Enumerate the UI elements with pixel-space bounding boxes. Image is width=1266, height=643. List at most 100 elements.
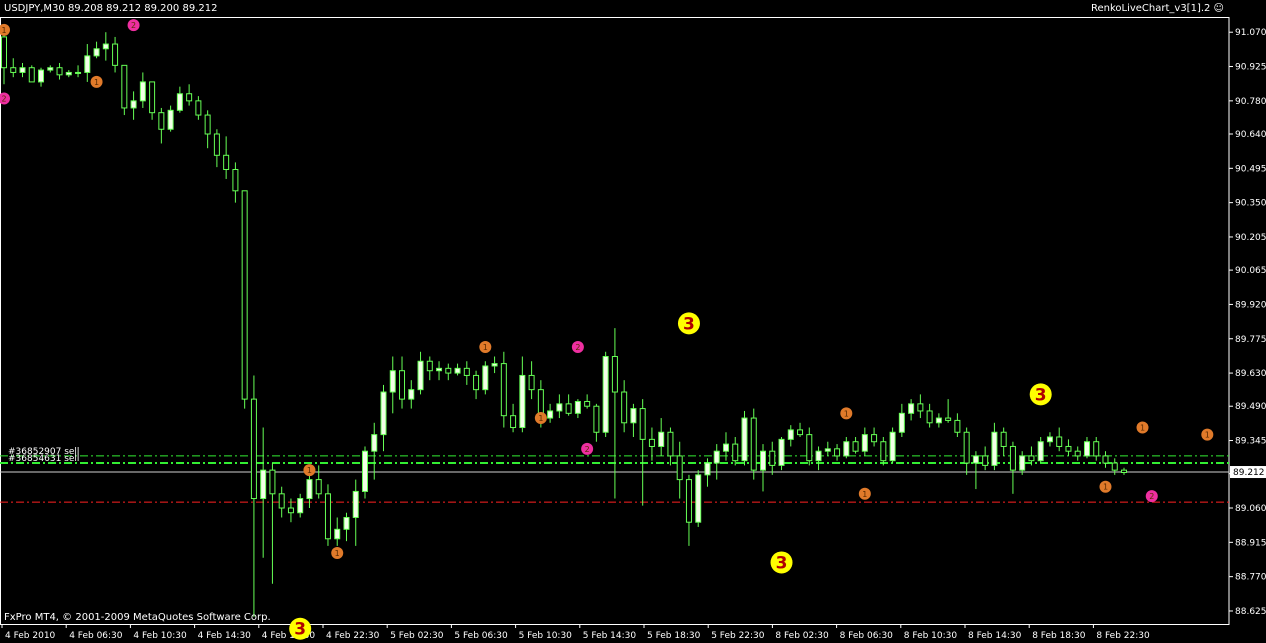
candle-body[interactable] xyxy=(130,100,137,109)
candle-body[interactable] xyxy=(972,455,979,464)
candle-body[interactable] xyxy=(260,469,267,500)
candle-body[interactable] xyxy=(565,403,572,414)
candle-body[interactable] xyxy=(611,356,618,393)
candle-body[interactable] xyxy=(639,408,646,440)
candle-body[interactable] xyxy=(778,438,785,466)
candle-body[interactable] xyxy=(10,67,17,73)
candle-body[interactable] xyxy=(139,81,146,102)
candle-body[interactable] xyxy=(1000,431,1007,447)
candle-body[interactable] xyxy=(38,69,45,83)
candle-body[interactable] xyxy=(399,370,406,400)
candle-body[interactable] xyxy=(223,154,230,170)
candle-body[interactable] xyxy=(1102,455,1109,464)
candle-body[interactable] xyxy=(454,367,461,374)
candle-body[interactable] xyxy=(806,434,813,462)
candle-body[interactable] xyxy=(343,516,350,530)
candle-body[interactable] xyxy=(287,507,294,514)
candle-body[interactable] xyxy=(547,410,554,419)
candle-body[interactable] xyxy=(1009,445,1016,471)
candle-body[interactable] xyxy=(278,493,285,509)
price-chart[interactable]: 91.070 90.925 90.780 90.640 90.495 90.350 90.2… xyxy=(0,0,1266,643)
candle-body[interactable] xyxy=(1121,469,1127,473)
candle-body[interactable] xyxy=(1,36,7,69)
candle-body[interactable] xyxy=(908,403,915,414)
candle-body[interactable] xyxy=(519,374,526,429)
candle-body[interactable] xyxy=(56,67,63,76)
candle-body[interactable] xyxy=(797,429,804,436)
candle-body[interactable] xyxy=(815,450,822,462)
candle-body[interactable] xyxy=(704,462,711,476)
candle-body[interactable] xyxy=(75,71,82,74)
candle-body[interactable] xyxy=(297,498,304,514)
candle-body[interactable] xyxy=(528,374,535,391)
candle-body[interactable] xyxy=(648,438,655,447)
candle-body[interactable] xyxy=(176,93,183,111)
candle-body[interactable] xyxy=(732,443,739,462)
candle-body[interactable] xyxy=(417,360,424,391)
candle-body[interactable] xyxy=(1083,441,1090,457)
candle-body[interactable] xyxy=(658,431,665,447)
candle-body[interactable] xyxy=(510,415,517,429)
candle-body[interactable] xyxy=(232,169,239,192)
candle-body[interactable] xyxy=(269,469,276,495)
candle-body[interactable] xyxy=(722,443,729,452)
candle-body[interactable] xyxy=(445,367,452,374)
candle-body[interactable] xyxy=(65,71,72,76)
candle-body[interactable] xyxy=(935,417,942,424)
candle-body[interactable] xyxy=(463,367,470,376)
candle-body[interactable] xyxy=(241,190,248,400)
candle-body[interactable] xyxy=(186,93,193,102)
candle-body[interactable] xyxy=(852,441,859,452)
candle-body[interactable] xyxy=(426,360,433,372)
candle-body[interactable] xyxy=(963,431,970,464)
candle-body[interactable] xyxy=(954,419,961,433)
candle-body[interactable] xyxy=(750,417,757,471)
candle-body[interactable] xyxy=(84,55,91,73)
candle-body[interactable] xyxy=(315,479,322,495)
candle-body[interactable] xyxy=(112,43,119,66)
candle-body[interactable] xyxy=(1056,436,1063,447)
candle-body[interactable] xyxy=(574,400,581,414)
candle-body[interactable] xyxy=(695,474,702,523)
candle-body[interactable] xyxy=(584,400,591,407)
candle-body[interactable] xyxy=(389,370,396,393)
candle-body[interactable] xyxy=(500,363,507,417)
candle-body[interactable] xyxy=(352,490,359,518)
candle-body[interactable] xyxy=(1074,450,1081,457)
candle-body[interactable] xyxy=(769,450,776,466)
candle-body[interactable] xyxy=(741,417,748,462)
candle-body[interactable] xyxy=(834,448,841,457)
candle-body[interactable] xyxy=(204,114,211,135)
candle-body[interactable] xyxy=(889,431,896,462)
candle-body[interactable] xyxy=(167,109,174,130)
candle-body[interactable] xyxy=(787,429,794,440)
candle-body[interactable] xyxy=(824,448,831,452)
candle-body[interactable] xyxy=(47,67,54,71)
candle-body[interactable] xyxy=(1111,462,1118,471)
candle-body[interactable] xyxy=(861,434,868,452)
candle-body[interactable] xyxy=(667,431,674,457)
candle-body[interactable] xyxy=(482,365,489,391)
candle-body[interactable] xyxy=(1028,455,1035,462)
candle-body[interactable] xyxy=(1037,441,1044,462)
candle-body[interactable] xyxy=(982,455,989,466)
candle-body[interactable] xyxy=(324,493,331,540)
candle-body[interactable] xyxy=(121,64,128,109)
candle-body[interactable] xyxy=(491,363,498,367)
candle-body[interactable] xyxy=(28,67,35,83)
candle-body[interactable] xyxy=(361,450,368,492)
candle-body[interactable] xyxy=(917,403,924,412)
candle-body[interactable] xyxy=(621,391,628,424)
candle-body[interactable] xyxy=(306,479,313,500)
candle-body[interactable] xyxy=(1046,436,1053,443)
candle-body[interactable] xyxy=(871,434,878,443)
candle-body[interactable] xyxy=(602,356,609,433)
candle-body[interactable] xyxy=(991,431,998,466)
candle-body[interactable] xyxy=(760,450,767,471)
candle-body[interactable] xyxy=(473,374,480,391)
candle-body[interactable] xyxy=(898,412,905,433)
candle-body[interactable] xyxy=(713,450,720,464)
candle-body[interactable] xyxy=(843,441,850,457)
candle-body[interactable] xyxy=(593,405,600,433)
candle-body[interactable] xyxy=(213,133,220,156)
